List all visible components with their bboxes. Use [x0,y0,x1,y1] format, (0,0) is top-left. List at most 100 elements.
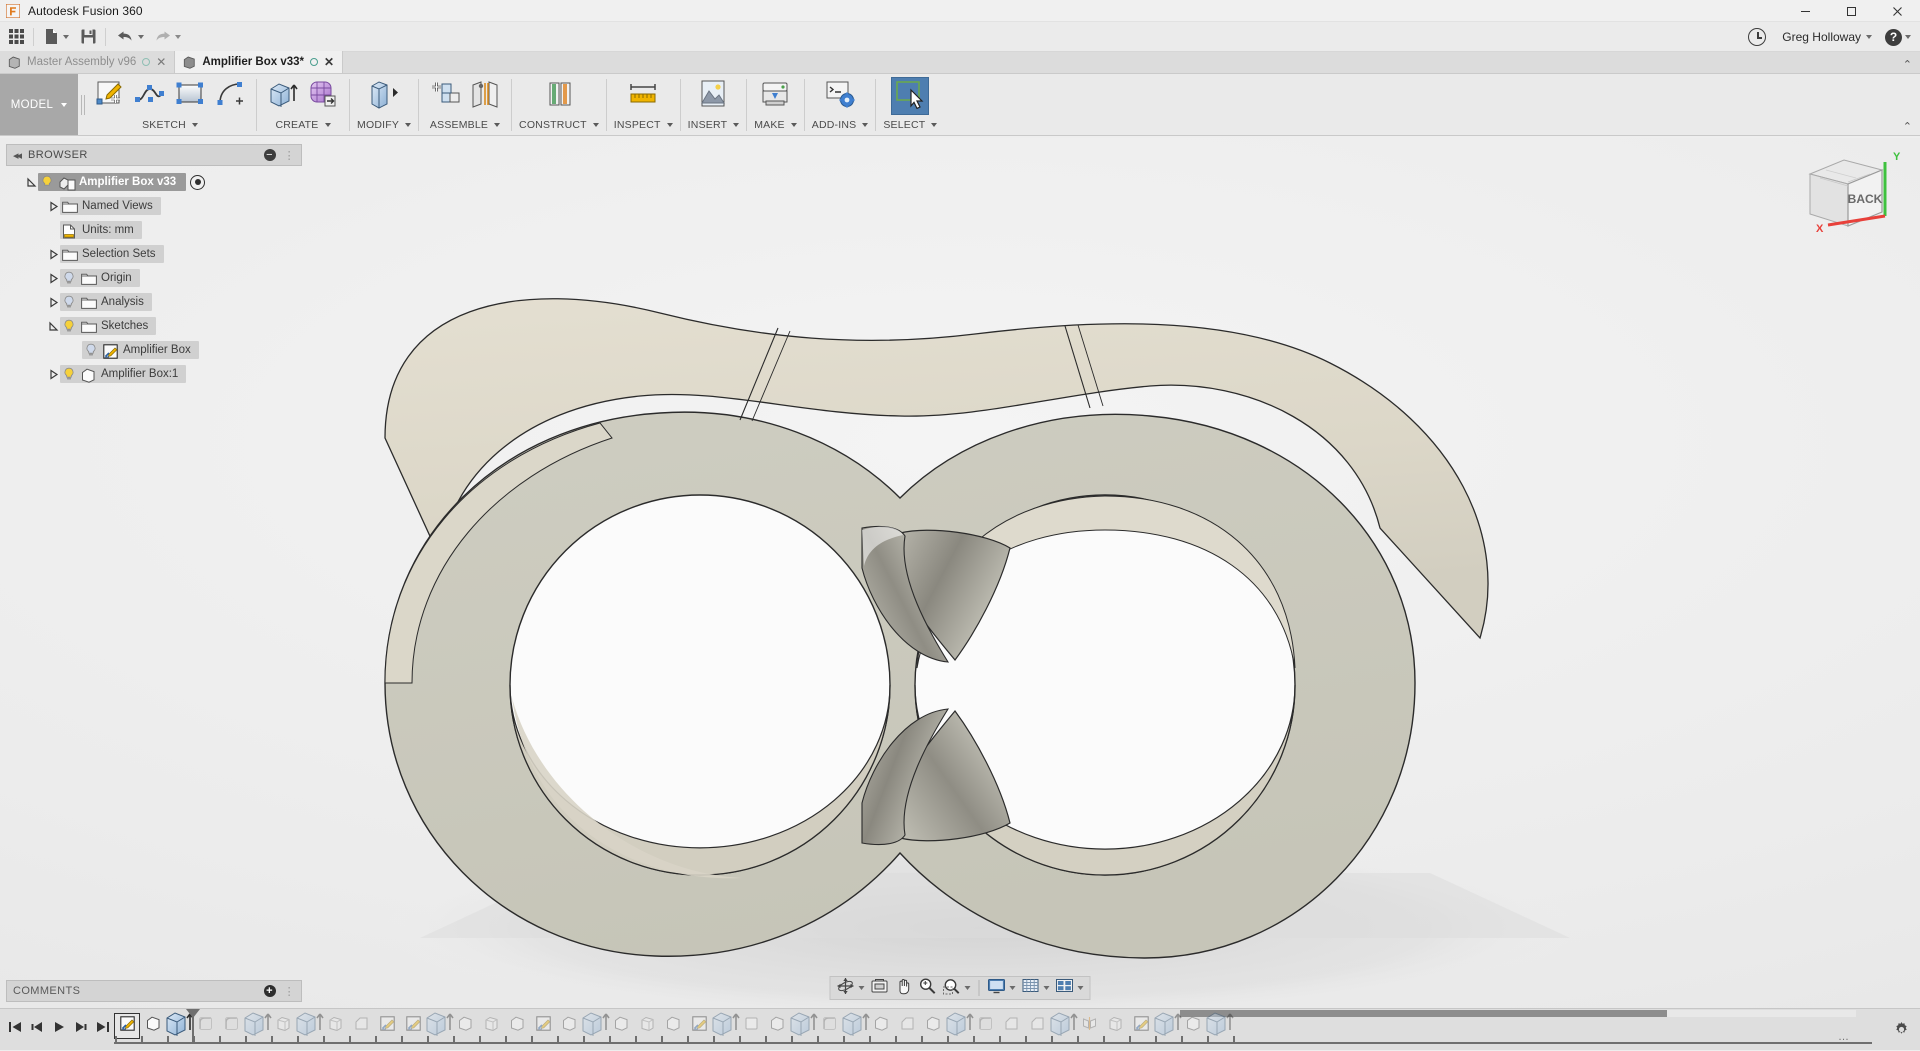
ribbon-group-dropdown-sketch[interactable]: SKETCH [142,117,198,133]
tree-item[interactable]: Amplifier Box [82,341,199,359]
navbar-orbit-button[interactable] [834,978,868,998]
tree-row[interactable]: Selection Sets [6,244,302,264]
timeline-play-button[interactable] [48,1015,70,1045]
document-tab-0[interactable]: Master Assembly v96✕ [0,51,175,73]
tree-item[interactable]: Analysis [60,293,152,311]
expander-collapsed-icon[interactable] [46,249,60,260]
body-icon [510,1016,525,1036]
minimize-button[interactable] [1782,0,1828,22]
ribbon-group-dropdown-create[interactable]: CREATE [275,117,330,133]
tree-row[interactable]: Amplifier Box [6,340,302,360]
tree-row[interactable]: Amplifier Box v33 [6,172,302,192]
ribbon-button-measure[interactable] [624,77,662,115]
timeline-track[interactable]: … [114,1009,1886,1051]
tree-row[interactable]: Units: mm [6,220,302,240]
tabs-collapse-button[interactable]: ⌃ [1903,58,1912,71]
ribbon-group-dropdown-select[interactable]: SELECT [883,117,937,133]
tree-item[interactable]: Units: mm [60,221,142,239]
timeline-tick [895,1036,897,1044]
ribbon-button-arc[interactable] [211,77,249,115]
tree-item[interactable]: Amplifier Box:1 [60,365,186,383]
tree-row[interactable]: Analysis [6,292,302,312]
ribbon-button-create-sketch[interactable] [91,77,129,115]
ribbon-grip[interactable] [78,74,87,135]
expander-collapsed-icon[interactable] [46,297,60,308]
workspace-selector[interactable]: MODEL [0,74,78,135]
tree-item[interactable]: Sketches [60,317,156,335]
tree-item-label: Amplifier Box [123,344,191,356]
clock-history-icon[interactable] [1744,24,1770,50]
ribbon-button-3d-print[interactable] [756,77,794,115]
ribbon-button-select-window[interactable] [891,77,929,115]
ribbon-button-form[interactable] [304,77,342,115]
resize-grip-icon[interactable]: ⋮ [284,985,295,998]
user-menu[interactable]: Greg Holloway [1777,24,1875,50]
tree-row[interactable]: Amplifier Box:1 [6,364,302,384]
3d-print-icon [760,79,790,114]
undo-icon[interactable] [113,24,147,50]
ribbon-group-dropdown-assemble[interactable]: ASSEMBLE [430,117,500,133]
expander-expanded-icon[interactable] [24,177,38,188]
ribbon-button-extrude[interactable] [264,77,302,115]
viewport-canvas[interactable]: ◂◂ BROWSER − ⋮ Amplifier Box v33 Named V… [0,138,1920,1008]
timeline-marker[interactable] [186,1009,200,1018]
navbar-zoom-button[interactable] [916,978,940,998]
ribbon-group-dropdown-make[interactable]: MAKE [754,117,797,133]
ribbon-button-scripts-addins[interactable] [821,77,859,115]
view-cube[interactable]: BACK Y X [1786,144,1906,240]
redo-icon[interactable] [150,24,184,50]
ribbon-button-offset-plane[interactable] [540,77,578,115]
app-grid-icon[interactable] [3,24,29,50]
ribbon-collapse-button[interactable]: ⌃ [1903,120,1912,133]
add-comment-icon[interactable]: + [264,985,276,997]
resize-grip-icon[interactable]: ⋮ [284,149,295,162]
navbar-grid-snaps-button[interactable] [1019,978,1053,998]
ribbon-button-joint[interactable] [466,77,504,115]
navbar-display-settings-button[interactable] [985,978,1019,998]
save-icon[interactable] [75,24,101,50]
timeline-settings-icon[interactable] [1886,1009,1916,1051]
expander-expanded-icon[interactable] [46,321,60,332]
close-button[interactable] [1874,0,1920,22]
navbar-zoom-window-button[interactable] [940,978,974,998]
expander-collapsed-icon[interactable] [46,201,60,212]
document-tab-1[interactable]: Amplifier Box v33*✕ [175,51,343,73]
expander-collapsed-icon[interactable] [46,273,60,284]
ribbon-button-rectangle[interactable] [171,77,209,115]
ribbon-button-spline[interactable] [131,77,169,115]
units-icon [62,224,77,237]
minimize-panel-icon[interactable]: − [264,149,276,161]
expander-collapsed-icon[interactable] [46,369,60,380]
timeline-tick [999,1036,1001,1044]
tree-row[interactable]: Named Views [6,196,302,216]
timeline-jump-to-end-button[interactable] [92,1015,114,1045]
collapse-left-icon[interactable]: ◂◂ [13,149,20,162]
comments-panel[interactable]: COMMENTS + ⋮ [6,980,302,1002]
tree-item[interactable]: Amplifier Box v33 [38,173,186,191]
ribbon-group-dropdown-addins[interactable]: ADD-INS [812,117,869,133]
navbar-look-at-button[interactable] [868,978,892,998]
close-tab-icon[interactable]: ✕ [156,56,166,68]
maximize-button[interactable] [1828,0,1874,22]
ribbon-group-dropdown-construct[interactable]: CONSTRUCT [519,117,599,133]
timeline-jump-to-beginning-button[interactable] [4,1015,26,1045]
ribbon-button-press-pull[interactable] [365,77,403,115]
timeline-step-back-button[interactable] [26,1015,48,1045]
tree-item[interactable]: Origin [60,269,140,287]
tree-item[interactable]: Named Views [60,197,161,215]
new-document-icon[interactable] [41,24,72,50]
tree-row[interactable]: Sketches [6,316,302,336]
navbar-pan-button[interactable] [892,978,916,998]
navbar-viewports-button[interactable] [1053,978,1087,998]
ribbon-button-new-component[interactable] [426,77,464,115]
ribbon-group-dropdown-inspect[interactable]: INSPECT [614,117,673,133]
tree-item[interactable]: Selection Sets [60,245,164,263]
ribbon-group-dropdown-insert[interactable]: INSERT [688,117,740,133]
tree-row[interactable]: Origin [6,268,302,288]
ribbon-button-insert-image[interactable] [694,77,732,115]
ribbon-group-dropdown-modify[interactable]: MODIFY [357,117,411,133]
close-tab-icon[interactable]: ✕ [324,56,334,68]
visibility-toggle-icon[interactable] [190,175,205,190]
help-icon[interactable]: ? [1882,24,1914,50]
timeline-step-forward-button[interactable] [70,1015,92,1045]
